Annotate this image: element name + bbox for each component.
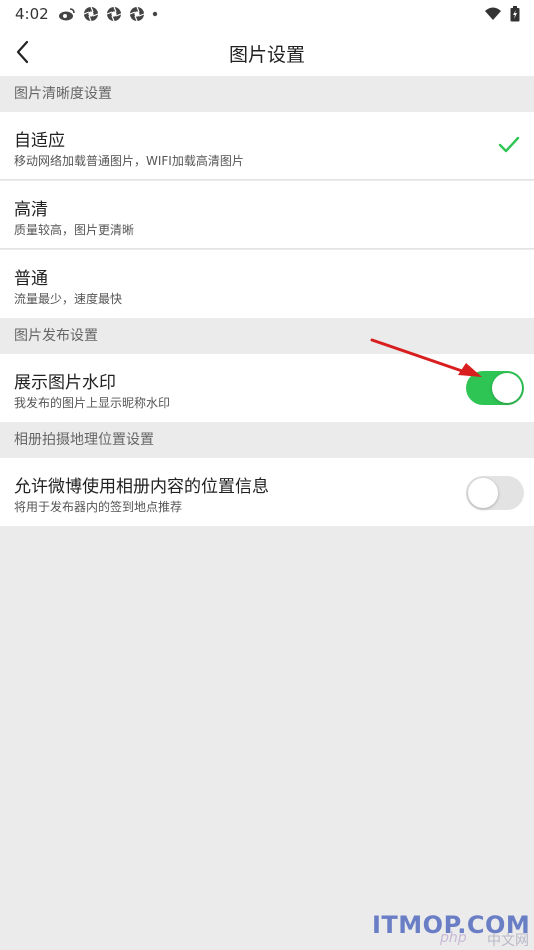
status-bar: 4:02 bbox=[0, 0, 534, 28]
wifi-icon bbox=[485, 7, 501, 20]
quality-option-normal[interactable]: 普通 流量最少，速度最快 bbox=[0, 250, 534, 318]
location-title: 允许微博使用相册内容的位置信息 bbox=[14, 477, 269, 497]
status-time: 4:02 bbox=[15, 5, 49, 23]
option-title: 普通 bbox=[14, 269, 48, 289]
php-watermark: php bbox=[440, 930, 467, 946]
location-setting: 允许微博使用相册内容的位置信息 将用于发布器内的签到地点推荐 bbox=[0, 458, 534, 526]
page-title: 图片设置 bbox=[228, 44, 305, 66]
battery-icon bbox=[510, 6, 520, 22]
aperture-icon bbox=[83, 6, 99, 22]
section-header-quality: 图片清晰度设置 bbox=[0, 76, 534, 112]
quality-option-hd[interactable]: 高清 质量较高，图片更清晰 bbox=[0, 181, 534, 249]
notification-icons bbox=[58, 6, 158, 22]
toggle-knob bbox=[468, 478, 498, 508]
option-title: 自适应 bbox=[14, 131, 65, 151]
app-bar: 图片设置 bbox=[0, 28, 534, 76]
section-header-location: 相册拍摄地理位置设置 bbox=[0, 422, 534, 458]
watermark-title: 展示图片水印 bbox=[14, 373, 116, 393]
toggle-knob bbox=[492, 373, 522, 403]
cn-watermark: 中文网 bbox=[487, 933, 529, 949]
system-icons bbox=[484, 6, 520, 22]
location-subtitle: 将用于发布器内的签到地点推荐 bbox=[14, 500, 183, 514]
weibo-icon bbox=[59, 8, 75, 21]
aperture-icon bbox=[106, 6, 122, 22]
option-title: 高清 bbox=[14, 200, 48, 220]
option-subtitle: 移动网络加载普通图片，WIFI加载高清图片 bbox=[14, 154, 244, 168]
aperture-icon bbox=[129, 6, 145, 22]
option-subtitle: 质量较高，图片更清晰 bbox=[14, 223, 135, 237]
annotation-arrow-icon bbox=[370, 338, 482, 377]
location-toggle[interactable] bbox=[466, 476, 524, 510]
quality-option-adaptive[interactable]: 自适应 移动网络加载普通图片，WIFI加载高清图片 bbox=[0, 112, 534, 180]
check-icon bbox=[498, 136, 520, 153]
watermark-subtitle: 我发布的图片上显示昵称水印 bbox=[14, 396, 171, 410]
option-subtitle: 流量最少，速度最快 bbox=[14, 292, 123, 306]
dot-icon bbox=[152, 11, 158, 17]
